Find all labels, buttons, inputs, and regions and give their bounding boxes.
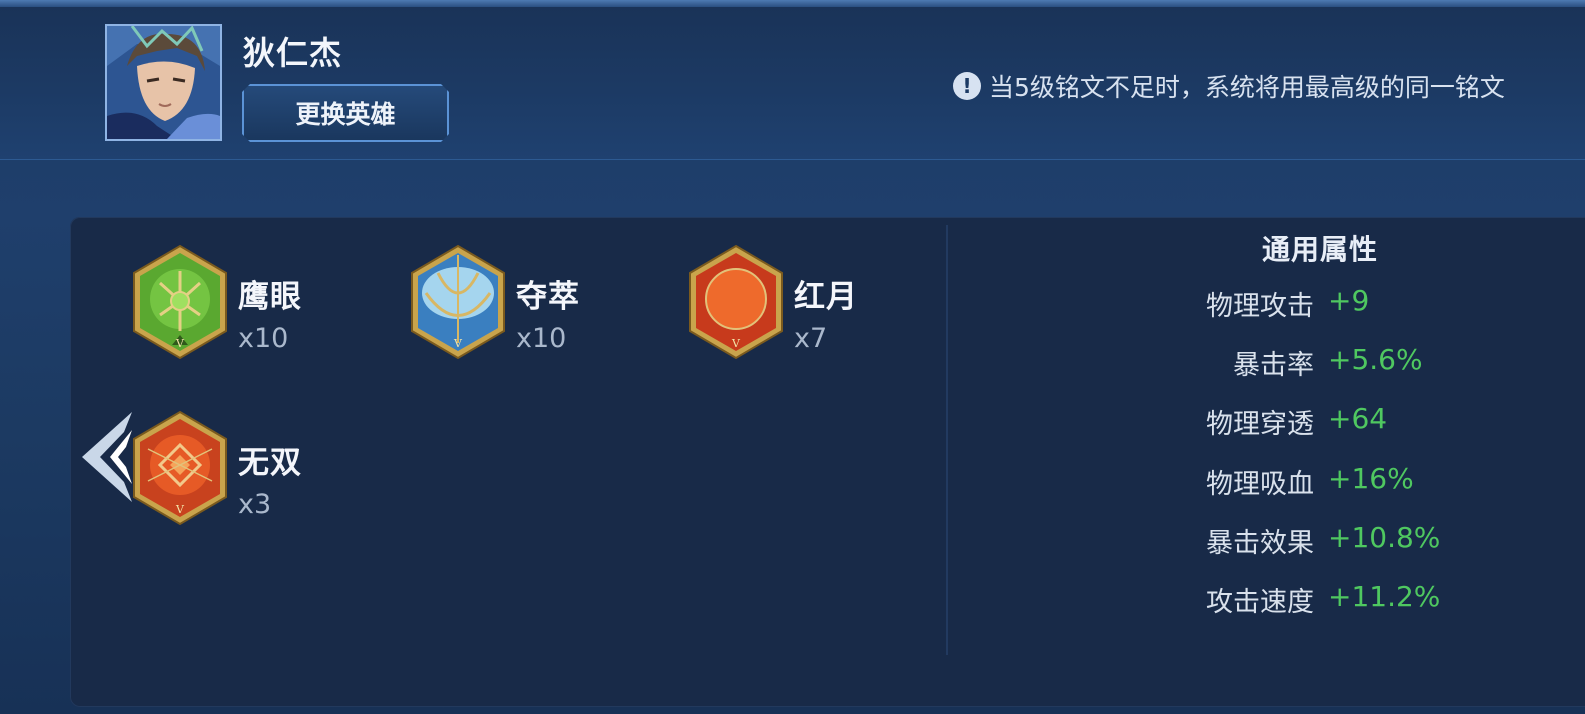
rune-item[interactable]: V 无双 x3 xyxy=(130,409,330,529)
change-hero-button[interactable]: 更换英雄 xyxy=(242,84,449,142)
svg-text:V: V xyxy=(175,503,185,516)
attribute-label: 暴击效果 xyxy=(1206,528,1314,559)
panel-divider xyxy=(946,225,948,655)
rune-count: x10 xyxy=(516,323,567,354)
rune-notice: ! 当5级铭文不足时，系统将用最高级的同一铭文 xyxy=(953,66,1585,106)
attribute-row: 暴击率 +5.6% xyxy=(1100,343,1520,387)
rune-item[interactable]: V 夺萃 x10 xyxy=(408,243,608,363)
rune-count: x7 xyxy=(794,323,828,354)
rune-name: 无双 xyxy=(238,445,302,481)
rune-name: 鹰眼 xyxy=(238,279,302,315)
attribute-label: 暴击率 xyxy=(1233,350,1314,381)
rune-item[interactable]: V 鹰眼 x10 xyxy=(130,243,330,363)
top-border xyxy=(0,0,1585,7)
eagle-eye-rune-icon: V xyxy=(133,244,227,360)
red-moon-rune-icon: V xyxy=(689,244,783,360)
attribute-value: +64 xyxy=(1328,402,1388,435)
warning-icon: ! xyxy=(953,72,981,100)
svg-text:V: V xyxy=(453,337,463,350)
essence-rune-icon: V xyxy=(411,244,505,360)
attribute-label: 物理吸血 xyxy=(1206,469,1314,500)
chevron-left-icon[interactable] xyxy=(82,412,142,502)
attributes-title: 通用属性 xyxy=(1261,233,1378,266)
attribute-row: 物理吸血 +16% xyxy=(1100,462,1520,506)
rune-name: 红月 xyxy=(794,279,858,315)
attribute-label: 攻击速度 xyxy=(1206,587,1314,618)
notice-text: 当5级铭文不足时，系统将用最高级的同一铭文 xyxy=(989,73,1505,102)
attribute-row: 物理穿透 +64 xyxy=(1100,402,1520,446)
hero-name: 狄仁杰 xyxy=(243,34,343,72)
rune-name: 夺萃 xyxy=(516,279,580,315)
attribute-value: +9 xyxy=(1328,284,1370,317)
hero-avatar[interactable] xyxy=(105,24,222,141)
rune-count: x10 xyxy=(238,323,289,354)
attribute-row: 暴击效果 +10.8% xyxy=(1100,521,1520,565)
svg-text:V: V xyxy=(175,337,185,350)
svg-text:V: V xyxy=(731,337,741,350)
rune-item[interactable]: V 红月 x7 xyxy=(686,243,886,363)
attribute-row: 物理攻击 +9 xyxy=(1100,284,1520,328)
attribute-value: +5.6% xyxy=(1328,343,1423,376)
attribute-row: 攻击速度 +11.2% xyxy=(1100,580,1520,624)
rune-count: x3 xyxy=(238,489,272,520)
hero-portrait-icon xyxy=(107,26,220,139)
attribute-value: +11.2% xyxy=(1328,580,1441,613)
peerless-rune-icon: V xyxy=(133,410,227,526)
attribute-label: 物理攻击 xyxy=(1206,291,1314,322)
attribute-value: +10.8% xyxy=(1328,521,1441,554)
attribute-label: 物理穿透 xyxy=(1206,409,1314,440)
attribute-value: +16% xyxy=(1328,462,1414,495)
